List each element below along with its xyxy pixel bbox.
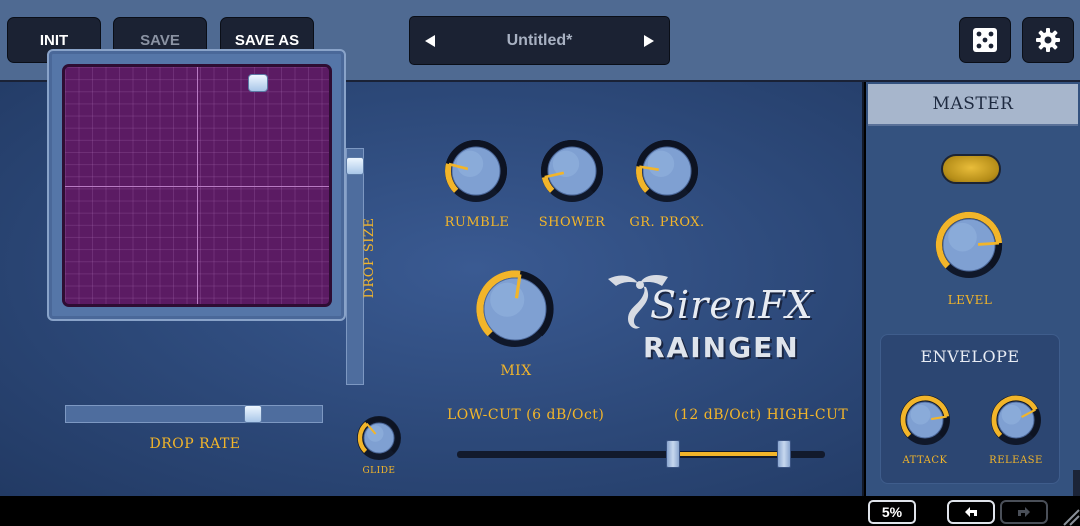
rumble-label: RUMBLE bbox=[444, 215, 510, 230]
redo-button[interactable] bbox=[1000, 500, 1048, 524]
glide-knob[interactable] bbox=[355, 414, 403, 462]
undo-button[interactable] bbox=[947, 500, 995, 524]
gr-prox-label: GR. PROX. bbox=[629, 215, 705, 230]
resize-grip-icon[interactable] bbox=[1062, 505, 1080, 526]
drop-rate-label: DROP RATE bbox=[149, 436, 241, 452]
level-knob[interactable] bbox=[934, 210, 1004, 280]
drop-rate-slider-thumb[interactable] bbox=[244, 405, 262, 423]
knob-graphic bbox=[900, 395, 950, 445]
knob-pointer bbox=[977, 241, 1000, 246]
scrollbar[interactable] bbox=[1073, 470, 1080, 496]
redo-arrow-icon bbox=[1018, 507, 1030, 517]
attack-label: ATTACK bbox=[902, 455, 948, 466]
release-label: RELEASE bbox=[989, 455, 1043, 466]
mix-knob[interactable] bbox=[475, 269, 555, 349]
prev-preset-button[interactable] bbox=[410, 17, 450, 64]
knob-graphic bbox=[636, 140, 698, 202]
power-toggle[interactable] bbox=[941, 154, 1001, 184]
glide-label: GLIDE bbox=[362, 466, 396, 476]
brand-name: SirenFX bbox=[650, 283, 814, 327]
gear-icon bbox=[1036, 28, 1060, 52]
mix-label: MIX bbox=[500, 363, 532, 379]
next-preset-button[interactable] bbox=[629, 17, 669, 64]
knob-graphic bbox=[357, 416, 401, 460]
shower-knob[interactable] bbox=[539, 138, 605, 204]
envelope-section: ENVELOPE ATTACK RELEASE bbox=[880, 334, 1060, 484]
settings-button[interactable] bbox=[1022, 17, 1074, 63]
gr-prox-knob[interactable] bbox=[634, 138, 700, 204]
rumble-knob[interactable] bbox=[443, 138, 509, 204]
dice-icon bbox=[973, 28, 997, 52]
right-triangle-icon bbox=[644, 34, 654, 47]
level-label: LEVEL bbox=[947, 293, 993, 307]
envelope-title: ENVELOPE bbox=[920, 347, 1020, 366]
attack-knob[interactable] bbox=[898, 393, 952, 447]
xy-pad-handle[interactable] bbox=[248, 74, 268, 92]
drop-rate-slider[interactable] bbox=[65, 405, 323, 423]
filter-range-fill bbox=[672, 452, 784, 456]
preset-name[interactable]: Untitled* bbox=[450, 17, 629, 64]
undo-arrow-icon bbox=[965, 507, 977, 517]
xy-pad-center-vertical bbox=[197, 67, 198, 304]
shower-label: SHOWER bbox=[538, 215, 606, 230]
knob-graphic bbox=[445, 140, 507, 202]
high-cut-label: (12 dB/Oct) HIGH-CUT bbox=[674, 407, 849, 423]
product-name: RAINGEN bbox=[643, 331, 800, 364]
low-cut-label: LOW-CUT (6 dB/Oct) bbox=[447, 407, 605, 423]
xy-pad[interactable] bbox=[62, 64, 332, 307]
preset-selector: Untitled* bbox=[409, 16, 670, 65]
release-knob[interactable] bbox=[989, 393, 1043, 447]
left-triangle-icon bbox=[425, 34, 435, 47]
master-title: MASTER bbox=[868, 84, 1078, 126]
knob-graphic bbox=[476, 270, 554, 347]
drop-size-slider-thumb[interactable] bbox=[346, 157, 364, 175]
knob-graphic bbox=[935, 211, 1003, 278]
high-cut-handle[interactable] bbox=[777, 440, 791, 468]
randomize-button[interactable] bbox=[959, 17, 1011, 63]
cpu-meter: 5% bbox=[868, 500, 916, 524]
low-cut-handle[interactable] bbox=[666, 440, 680, 468]
master-panel: MASTER LEVEL ENVELOPE ATTACK RELEASE bbox=[866, 82, 1080, 496]
knob-graphic bbox=[991, 395, 1041, 445]
status-bar bbox=[0, 496, 1080, 526]
knob-graphic bbox=[541, 140, 603, 202]
